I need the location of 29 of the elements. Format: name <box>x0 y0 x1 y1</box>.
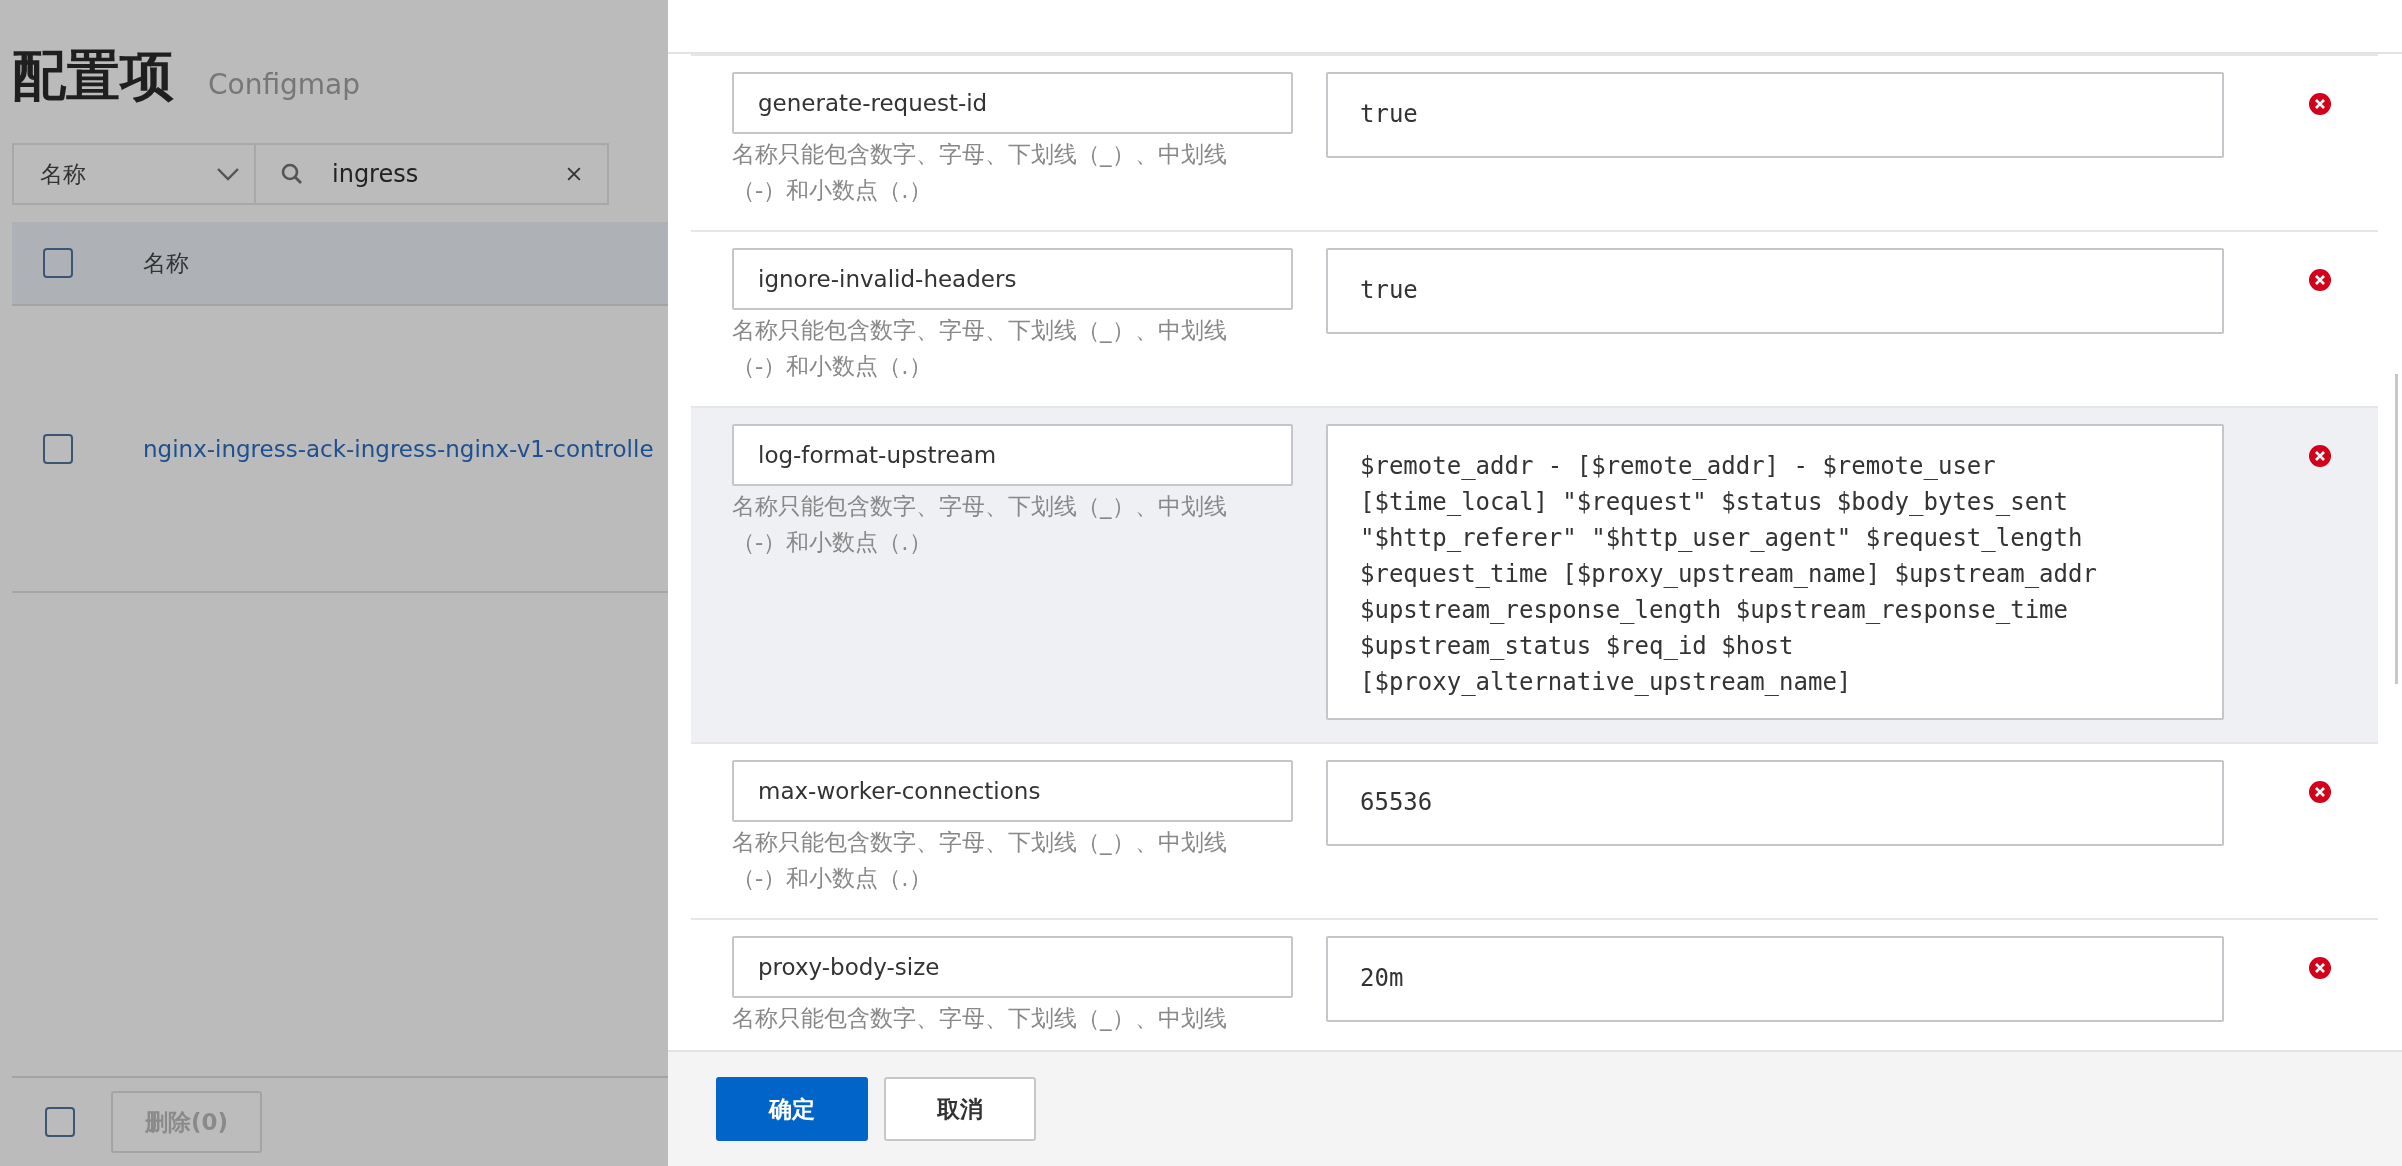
configmap-link[interactable]: nginx-ingress-ack-ingress-nginx-v1-controlle <box>143 435 654 462</box>
key-input[interactable]: ignore-invalid-headers <box>732 248 1293 310</box>
page-title: 配置项 <box>12 43 174 109</box>
remove-icon[interactable] <box>2308 92 2332 116</box>
key-hint: 名称只能包含数字、字母、下划线（_）、中划线（-）和小数点（.） <box>732 492 1228 557</box>
key-input[interactable]: proxy-body-size <box>732 936 1293 998</box>
key-hint: 名称只能包含数字、字母、下划线（_）、中划线 <box>732 1004 1228 1033</box>
remove-icon[interactable] <box>2308 268 2332 292</box>
value-input[interactable]: true <box>1326 72 2224 158</box>
key-input[interactable]: max-worker-connections <box>732 760 1293 822</box>
confirm-button[interactable]: 确定 <box>716 1077 868 1141</box>
checkbox[interactable] <box>45 1107 75 1137</box>
remove-icon[interactable] <box>2308 444 2332 468</box>
value-input[interactable]: $remote_addr - [$remote_addr] - $remote_user [$time_local] "$request" $status $body_bytes_sent "$http_referer" "$http_user_agent" $request_length $request_time [$proxy_upstream_name] $upstream_addr $upstream_response_length $upstream_response_time $upstream_status $req_id $host [$proxy_alternative_upstream_name] <box>1326 424 2224 720</box>
key-hint: 名称只能包含数字、字母、下划线（_）、中划线（-）和小数点（.） <box>732 140 1228 205</box>
column-header: 名称 <box>143 248 189 278</box>
remove-icon[interactable] <box>2308 956 2332 980</box>
cancel-button[interactable]: 取消 <box>884 1077 1036 1141</box>
key-input[interactable]: log-format-upstream <box>732 424 1293 486</box>
checkbox[interactable] <box>43 433 73 464</box>
value-input[interactable]: 20m <box>1326 936 2224 1022</box>
key-hint: 名称只能包含数字、字母、下划线（_）、中划线（-）和小数点（.） <box>732 828 1228 893</box>
key-input[interactable]: generate-request-id <box>732 72 1293 134</box>
remove-icon[interactable] <box>2308 780 2332 804</box>
checkbox[interactable] <box>43 248 73 278</box>
value-input[interactable]: 65536 <box>1326 760 2224 846</box>
page-subtitle: Configmap <box>208 68 361 101</box>
key-hint: 名称只能包含数字、字母、下划线（_）、中划线（-）和小数点（.） <box>732 316 1228 381</box>
value-input[interactable]: true <box>1326 248 2224 334</box>
